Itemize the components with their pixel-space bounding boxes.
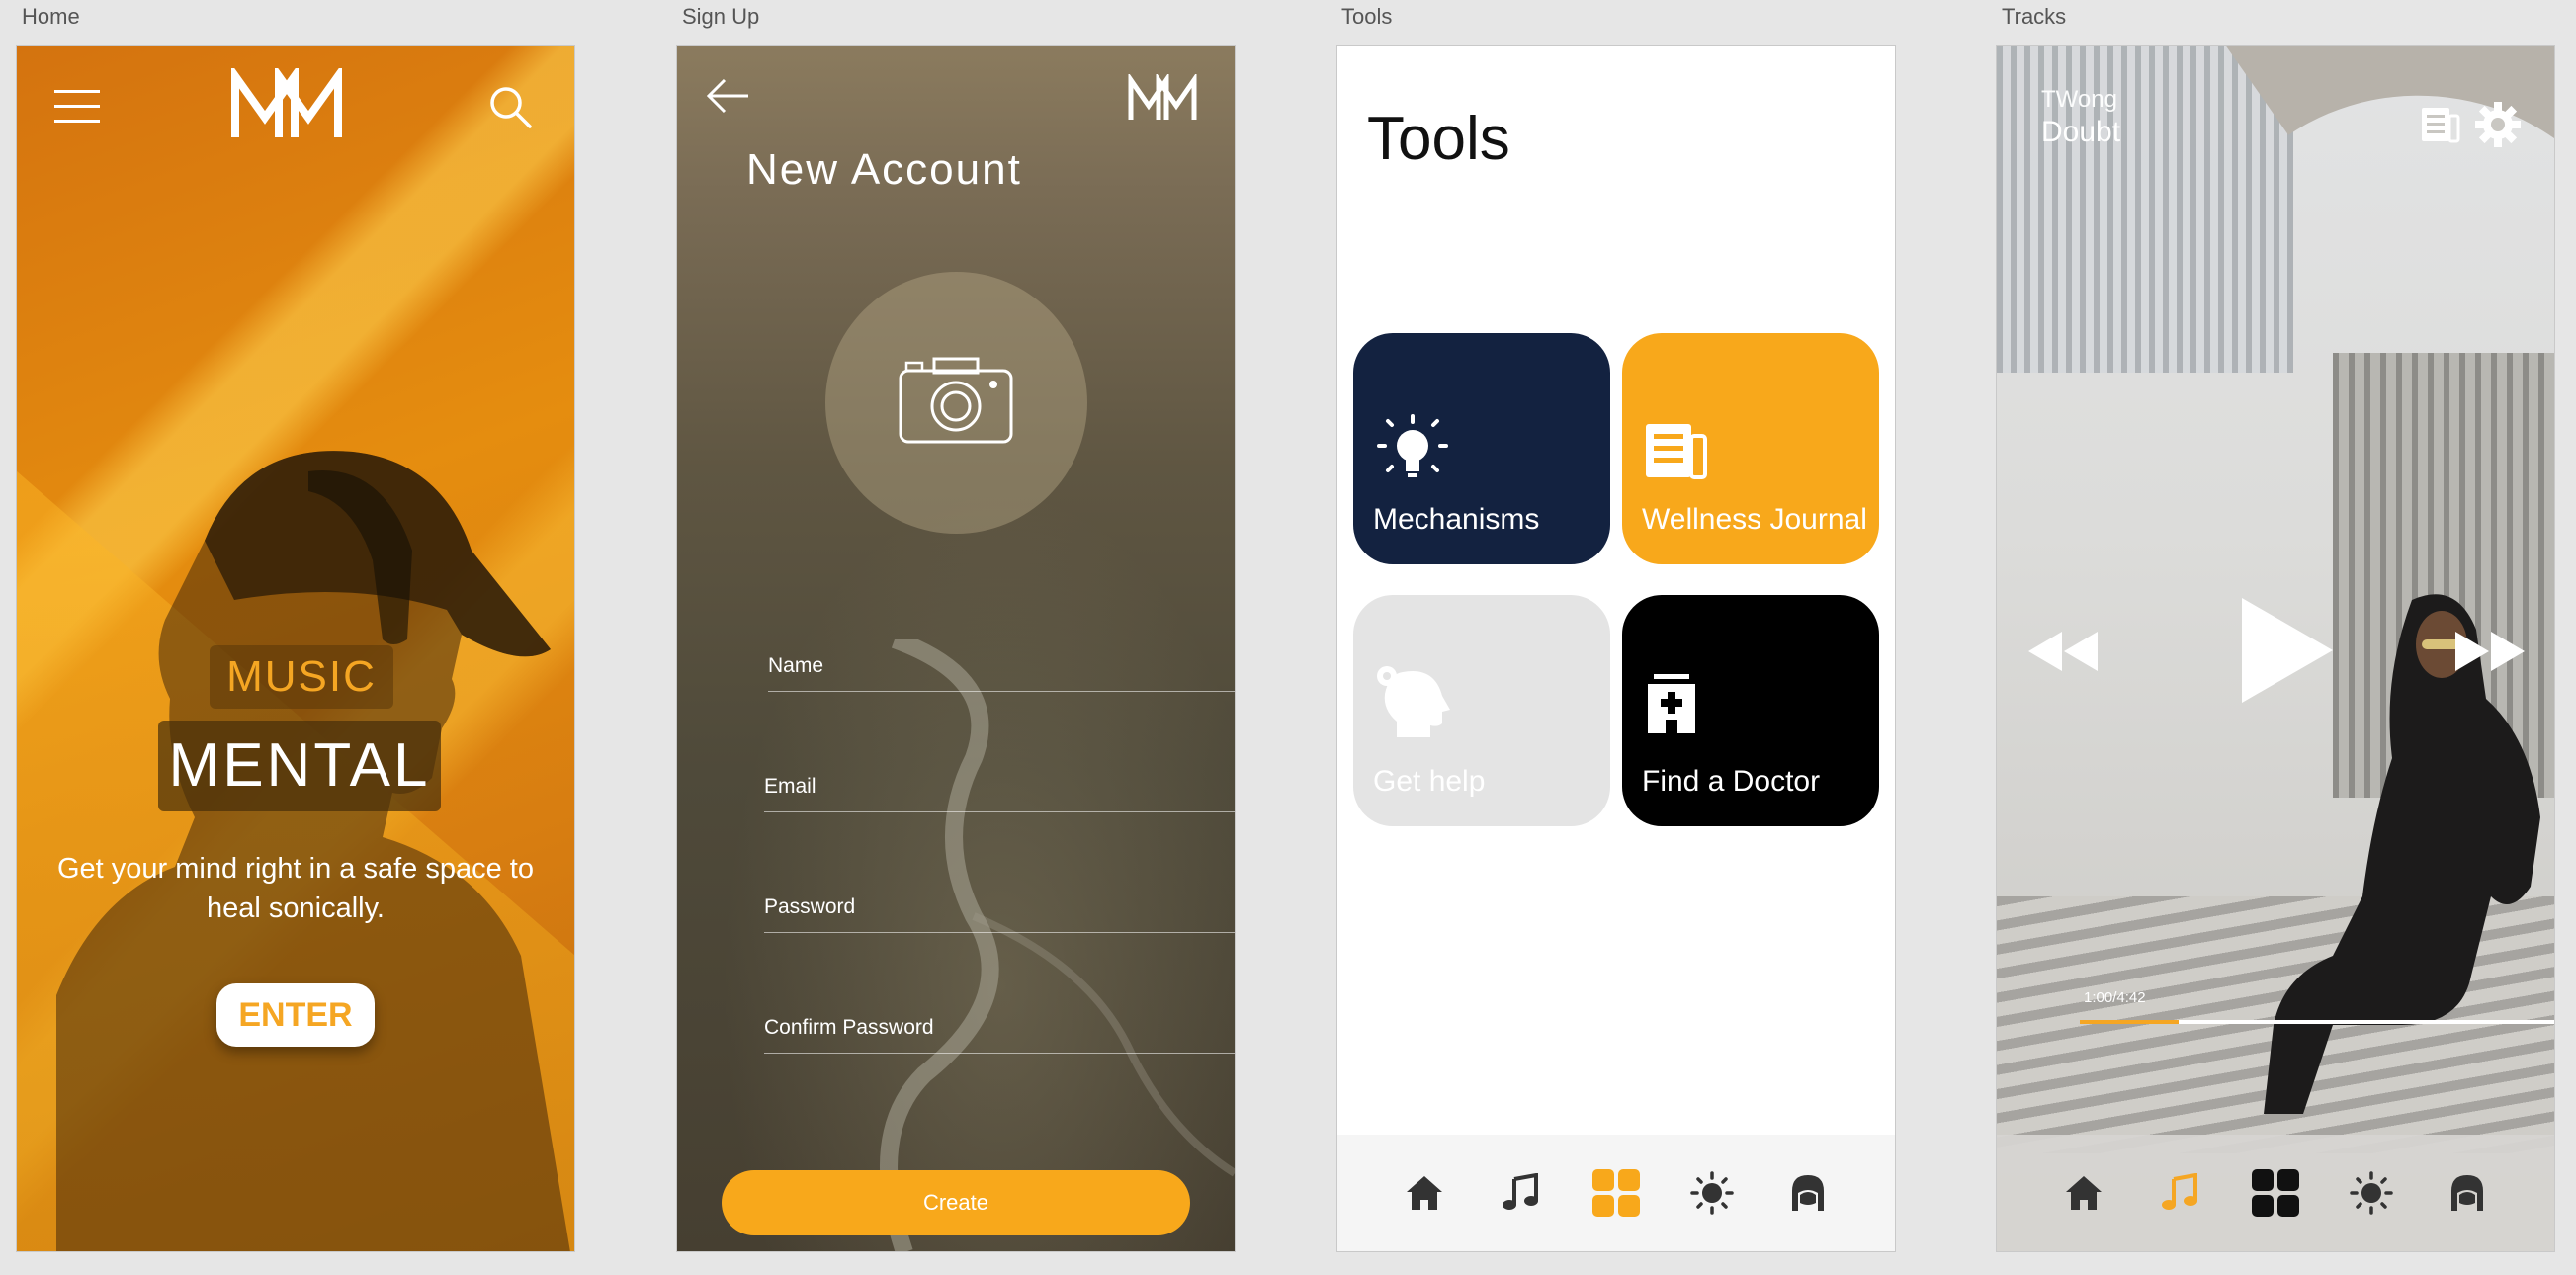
confirm-password-field-label: Confirm Password <box>764 1016 934 1039</box>
signup-screen: New Account Name Email Password Confirm … <box>677 46 1235 1251</box>
name-field[interactable]: Name <box>768 654 1235 692</box>
journal-icon[interactable] <box>2420 106 2461 143</box>
password-field-label: Password <box>764 895 856 918</box>
back-arrow-icon[interactable] <box>705 76 750 116</box>
name-field-label: Name <box>768 654 824 677</box>
email-field[interactable]: Email <box>764 775 1235 812</box>
confirm-password-field[interactable]: Confirm Password <box>764 1016 1235 1054</box>
frame-label-tools: Tools <box>1341 4 1393 29</box>
tile-label: Get help <box>1373 765 1486 798</box>
tile-label: Find a Doctor <box>1642 765 1821 798</box>
journal-icon <box>1642 420 1711 481</box>
sun-icon[interactable] <box>1686 1167 1738 1219</box>
tile-wellness-journal[interactable]: Wellness Journal <box>1622 333 1879 564</box>
grid-icon[interactable] <box>1590 1167 1642 1219</box>
fast-forward-icon[interactable] <box>2453 630 2527 673</box>
email-field-label: Email <box>764 775 816 798</box>
mental-title: MENTAL <box>158 721 441 811</box>
tile-label: Mechanisms <box>1373 503 1540 536</box>
home-screen: MUSIC MENTAL Get your mind right in a sa… <box>17 46 574 1251</box>
music-note-icon[interactable] <box>1495 1167 1546 1219</box>
tile-find-a-doctor[interactable]: Find a Doctor <box>1622 595 1879 826</box>
progress-fill <box>2080 1020 2179 1024</box>
sun-icon[interactable] <box>2346 1167 2397 1219</box>
rewind-icon[interactable] <box>2026 630 2100 673</box>
profile-icon[interactable] <box>2442 1167 2493 1219</box>
logo <box>229 68 358 143</box>
hospital-icon <box>1642 672 1701 735</box>
artist-name: TWong <box>2041 86 2117 113</box>
home-icon[interactable] <box>2058 1167 2109 1219</box>
page-title: New Account <box>746 145 1022 194</box>
progress-bar[interactable] <box>2080 1020 2554 1024</box>
music-note-icon[interactable] <box>2154 1167 2205 1219</box>
person-silhouette <box>56 451 570 1251</box>
head-gear-icon <box>1373 664 1452 739</box>
frame-label-signup: Sign Up <box>682 4 760 29</box>
frame-label-home: Home <box>22 4 80 29</box>
river-landscape <box>880 639 1235 1251</box>
playback-time: 1:00/4:42 <box>2084 989 2146 1006</box>
tile-mechanisms[interactable]: Mechanisms <box>1353 333 1610 564</box>
home-icon[interactable] <box>1399 1167 1450 1219</box>
tagline: Get your mind right in a safe space to h… <box>57 853 534 924</box>
lightbulb-icon <box>1373 412 1452 489</box>
tile-get-help[interactable]: Get help <box>1353 595 1610 826</box>
tools-screen: Tools Mechanisms Wellness Journal Get he… <box>1337 46 1895 1251</box>
photo-upload-button[interactable] <box>825 272 1087 534</box>
music-title: MUSIC <box>210 645 393 709</box>
tile-label: Wellness Journal <box>1642 503 1867 536</box>
password-field[interactable]: Password <box>764 895 1235 933</box>
page-title: Tools <box>1367 105 1510 173</box>
frame-label-tracks: Tracks <box>2002 4 2067 29</box>
bottom-nav <box>1337 1135 1895 1251</box>
tracks-screen: TWong Doubt 1:00/4:42 <box>1997 46 2554 1251</box>
menu-icon[interactable] <box>54 86 100 126</box>
track-title: Doubt <box>2041 116 2121 148</box>
enter-button[interactable]: ENTER <box>216 983 375 1047</box>
grid-icon[interactable] <box>2250 1167 2301 1219</box>
play-icon[interactable] <box>2240 596 2335 705</box>
gear-icon[interactable] <box>2475 102 2521 147</box>
profile-icon[interactable] <box>1782 1167 1834 1219</box>
logo <box>1127 74 1206 124</box>
bottom-nav <box>1997 1135 2554 1251</box>
camera-icon <box>897 349 1015 448</box>
search-icon[interactable] <box>487 84 533 129</box>
create-button[interactable]: Create <box>722 1170 1190 1235</box>
